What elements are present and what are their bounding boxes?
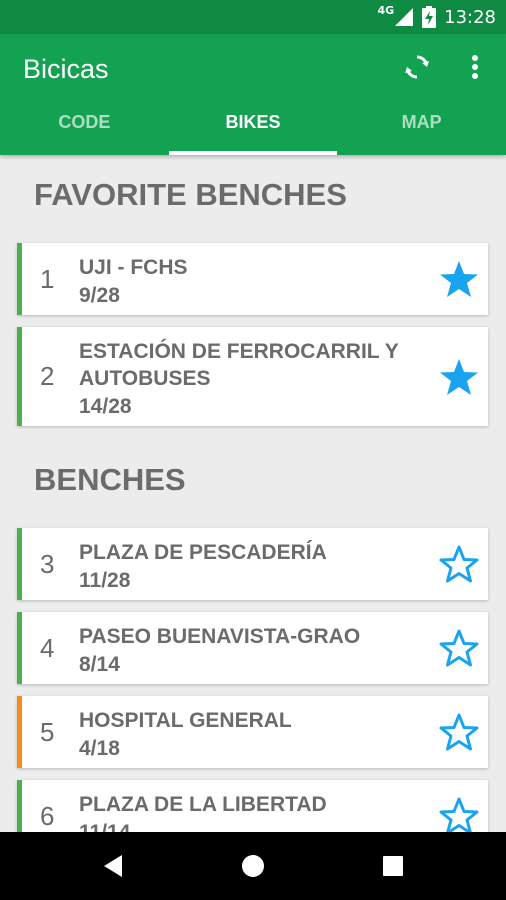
bench-availability: 11/28 [79,569,131,592]
bench-number: 6 [40,800,55,831]
bench-availability: 11/14 [79,819,130,832]
star-outline-icon[interactable] [439,544,479,584]
bench-number: 1 [40,263,55,294]
system-nav-bar [0,832,506,900]
bench-card[interactable]: 3 PLAZA DE PESCADERÍA 11/28 [17,528,488,600]
favorites-heading: FAVORITE BENCHES [34,177,347,212]
star-filled-icon[interactable] [439,357,479,397]
home-circle-icon[interactable] [236,849,270,883]
status-bar: 4G 13:28 [0,0,506,34]
bench-availability: 8/14 [79,653,120,676]
star-outline-icon[interactable] [439,628,479,668]
bench-list[interactable]: FAVORITE BENCHES 1 UJI - FCHS 9/28 2 EST… [0,155,506,832]
bench-card[interactable]: 1 UJI - FCHS 9/28 [17,243,488,315]
bench-card[interactable]: 5 HOSPITAL GENERAL 4/18 [17,696,488,768]
tab-map[interactable]: MAP [337,104,506,155]
star-filled-icon[interactable] [439,259,479,299]
bench-availability: 4/18 [79,737,120,760]
network-type: 4G [377,3,395,17]
bench-card[interactable]: 6 PLAZA DE LA LIBERTAD 11/14 [17,780,488,832]
bench-number: 2 [40,361,55,391]
recents-square-icon[interactable] [376,849,410,883]
benches-heading: BENCHES [34,462,186,497]
status-time: 13:28 [444,6,496,28]
bench-name: ESTACIÓN DE FERROCARRIL Y AUTOBUSES [79,340,399,390]
bench-number: 5 [40,716,55,747]
battery-icon [422,6,437,28]
tab-bar: CODE BIKES MAP [0,104,506,155]
bench-name: PASEO BUENAVISTA-GRAO [79,625,361,648]
bench-name: HOSPITAL GENERAL [79,709,292,732]
tab-code[interactable]: CODE [0,104,169,155]
bench-availability: 9/28 [79,284,120,307]
bench-name: PLAZA DE PESCADERÍA [79,541,327,564]
bench-number: 3 [40,548,55,579]
signal-icon [395,8,414,26]
back-triangle-icon[interactable] [96,849,130,883]
bench-card[interactable]: 2 ESTACIÓN DE FERROCARRIL Y AUTOBUSES 14… [17,327,488,426]
tab-bikes[interactable]: BIKES [168,104,338,155]
bench-number: 4 [40,632,55,663]
bench-availability: 14/28 [79,395,132,418]
more-vert-icon[interactable] [463,52,487,82]
app-title: Bicicas [23,54,109,84]
star-outline-icon[interactable] [439,712,479,752]
app-bar: Bicicas CODE BIKES MAP [0,34,506,155]
bench-name: UJI - FCHS [79,256,188,279]
bench-card[interactable]: 4 PASEO BUENAVISTA-GRAO 8/14 [17,612,488,684]
refresh-icon[interactable] [402,52,432,82]
bench-name: PLAZA DE LA LIBERTAD [79,793,327,816]
star-outline-icon[interactable] [439,796,479,832]
